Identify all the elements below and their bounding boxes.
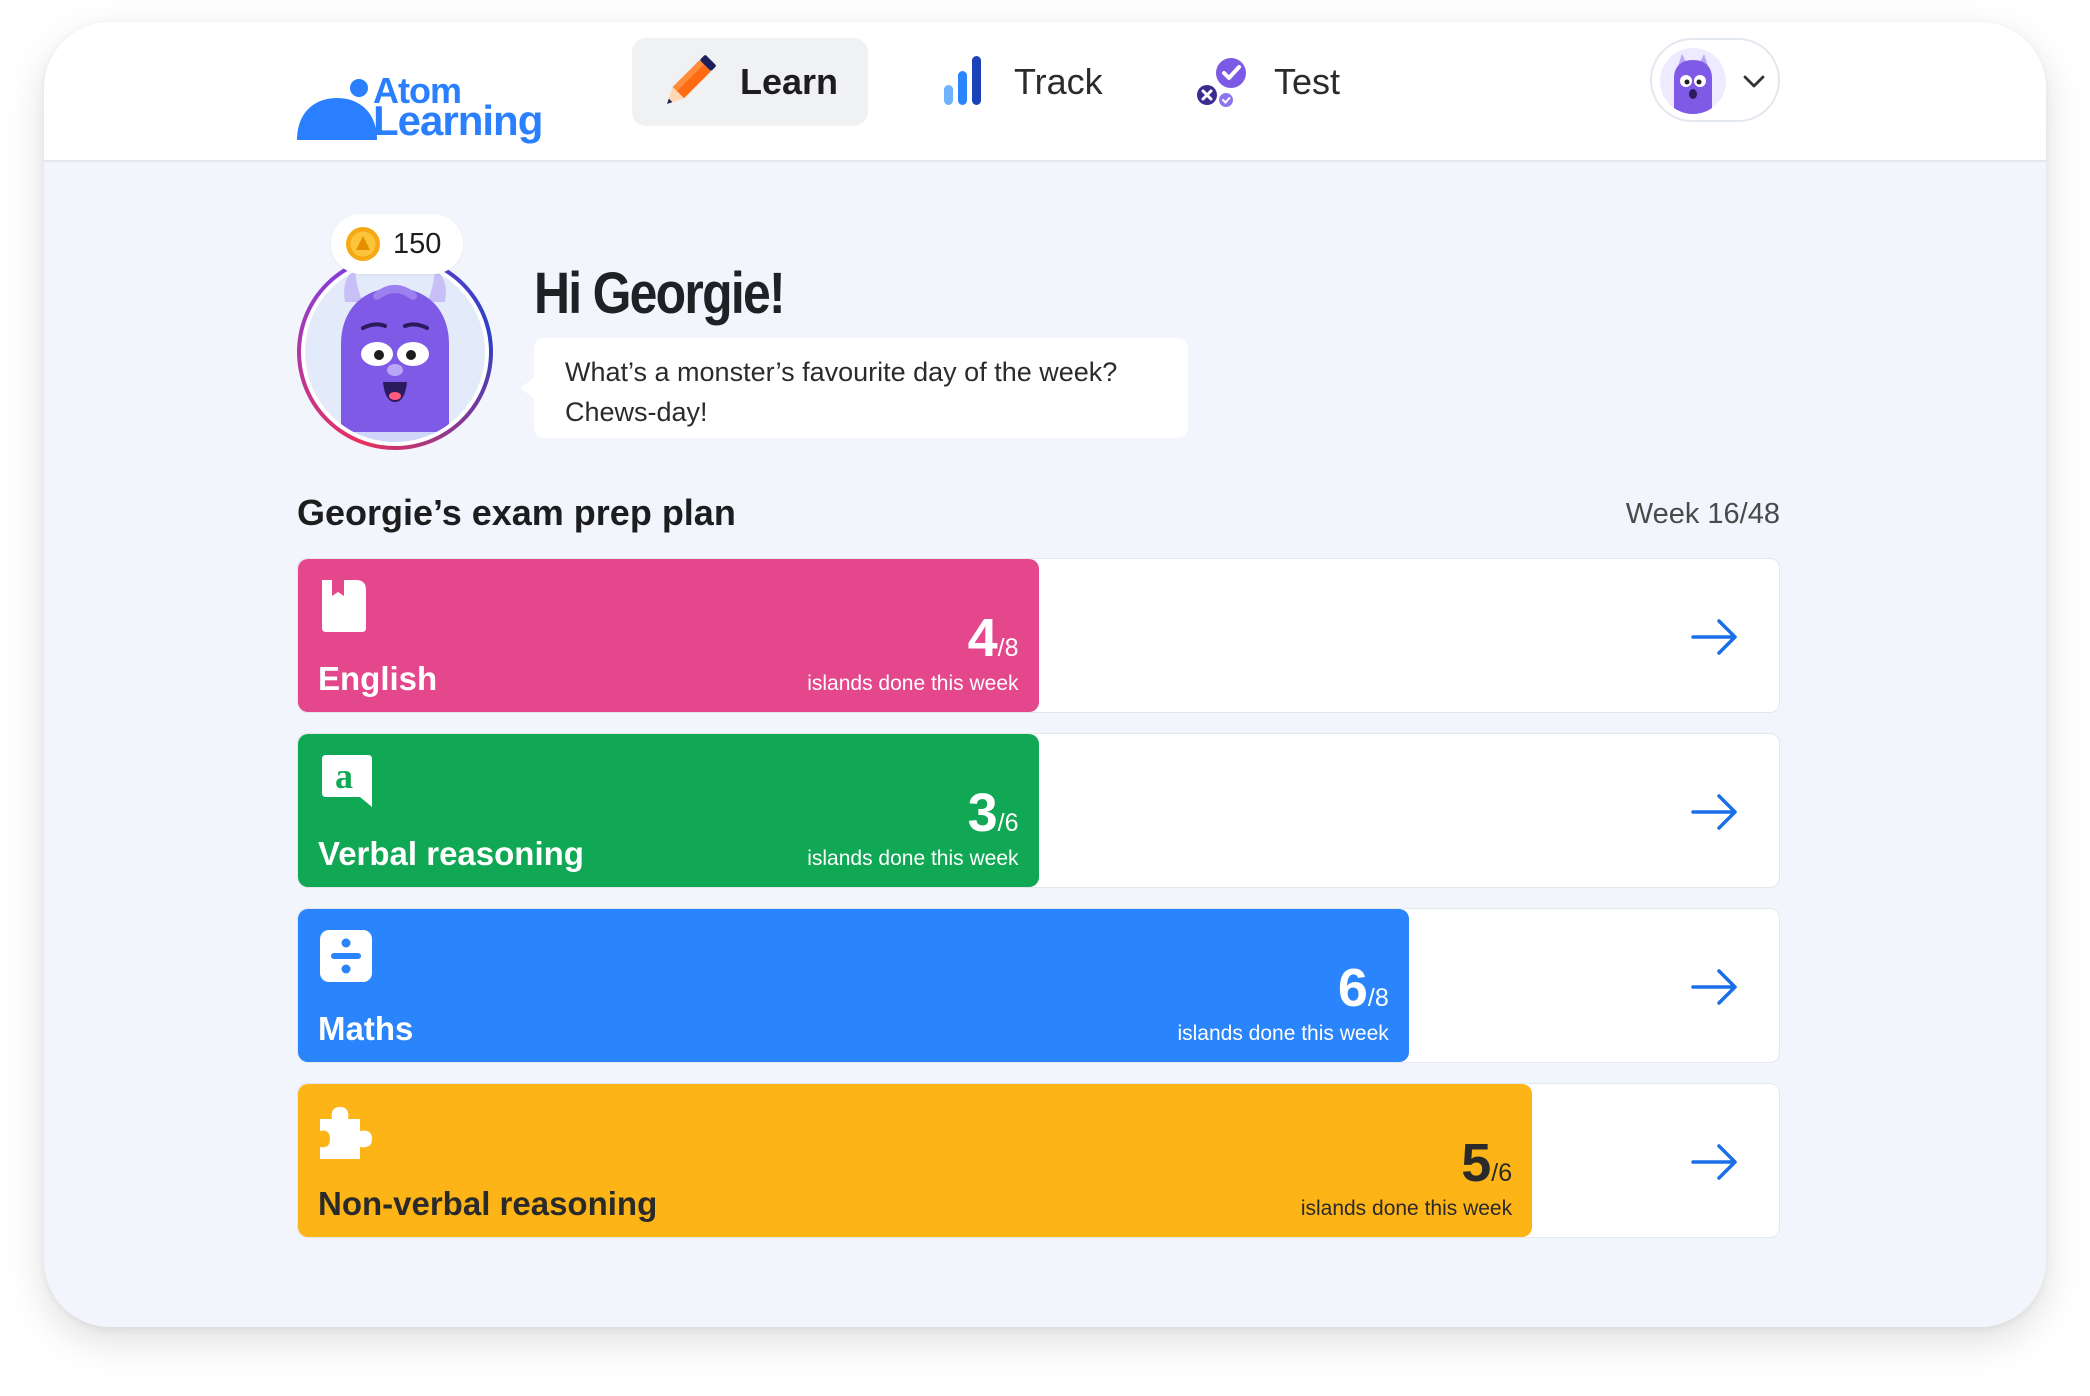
profile-menu-button[interactable]: [1650, 38, 1780, 122]
puzzle-icon: [320, 1107, 372, 1159]
plan-title: Georgie’s exam prep plan: [297, 492, 736, 533]
coin-icon: [346, 227, 380, 261]
progress-fill: Non-verbal reasoning 5/6 islands done th…: [298, 1084, 1533, 1237]
islands-total: /6: [1491, 1159, 1513, 1187]
arrow-right-icon[interactable]: [1689, 962, 1741, 1012]
book-icon: [322, 580, 366, 632]
islands-caption: islands done this week: [1177, 1022, 1389, 1045]
subject-name: Non-verbal reasoning: [318, 1185, 658, 1222]
chevron-down-icon: [1743, 75, 1765, 88]
plan-week: Week 16/48: [1625, 498, 1780, 530]
greeting-title: Hi Georgie!: [534, 261, 786, 326]
subject-row-maths[interactable]: Maths 6/8 islands done this week: [297, 908, 1780, 1063]
logo-line-2: Learning: [373, 97, 543, 144]
test-check-icon: [1194, 53, 1252, 111]
islands-count: 5/6: [1461, 1132, 1512, 1194]
svg-text:a: a: [335, 756, 353, 796]
islands-caption: islands done this week: [1300, 1197, 1513, 1220]
arrow-right-icon[interactable]: [1689, 612, 1741, 662]
islands-count: 3/6: [968, 782, 1019, 844]
joke-speech-bubble: What’s a monster’s favourite day of the …: [520, 338, 1188, 438]
islands-caption: islands done this week: [807, 672, 1019, 695]
letter-a-bubble-icon: a: [322, 755, 372, 807]
subject-name: English: [318, 660, 438, 697]
subject-row-english[interactable]: English 4/8 islands done this week: [297, 558, 1780, 713]
pencil-icon: [660, 53, 718, 111]
islands-total: /6: [997, 809, 1019, 837]
islands-caption: islands done this week: [807, 847, 1019, 870]
nav-track[interactable]: Track: [934, 38, 1134, 126]
atom-learning-logo[interactable]: Atom Learning: [297, 52, 543, 152]
subject-name: Maths: [318, 1010, 414, 1047]
joke-answer: Chews-day!: [565, 397, 708, 427]
islands-done: 5: [1461, 1133, 1492, 1193]
logo-wordmark: Atom Learning: [373, 73, 543, 144]
nav-learn-label: Learn: [740, 61, 839, 102]
islands-count: 6/8: [1338, 957, 1389, 1019]
islands-total: /8: [997, 634, 1019, 662]
progress-fill: a Verbal reasoning 3/6 islands done this…: [298, 734, 1039, 887]
divide-icon: [320, 930, 372, 982]
joke-question: What’s a monster’s favourite day of the …: [565, 357, 1118, 387]
progress-fill: Maths 6/8 islands done this week: [298, 909, 1409, 1062]
subject-row-non-verbal-reasoning[interactable]: Non-verbal reasoning 5/6 islands done th…: [297, 1083, 1780, 1238]
arrow-right-icon[interactable]: [1689, 1137, 1741, 1187]
islands-done: 3: [967, 783, 998, 843]
progress-fill: English 4/8 islands done this week: [298, 559, 1039, 712]
nav-test-label: Test: [1274, 61, 1341, 102]
coin-count: 150: [393, 227, 442, 260]
nav-test[interactable]: Test: [1194, 38, 1394, 126]
islands-total: /8: [1367, 984, 1389, 1012]
monster-avatar[interactable]: [297, 254, 493, 450]
islands-done: 6: [1337, 958, 1368, 1018]
monster-illustration: [305, 262, 485, 442]
top-navigation-bar: Atom Learning Learn Track Test: [44, 22, 2046, 162]
profile-avatar: [1660, 48, 1726, 114]
logo-mark-icon: [297, 79, 377, 140]
arrow-right-icon[interactable]: [1689, 787, 1741, 837]
subject-row-verbal-reasoning[interactable]: a Verbal reasoning 3/6 islands done this…: [297, 733, 1780, 888]
islands-done: 4: [967, 608, 998, 668]
coin-balance: 150: [331, 214, 463, 274]
app-window: Atom Learning Learn Track Test 150 Hi Ge…: [44, 22, 2046, 1327]
subject-name: Verbal reasoning: [318, 835, 584, 872]
bar-chart-icon: [934, 53, 992, 111]
nav-learn[interactable]: Learn: [632, 38, 868, 126]
nav-track-label: Track: [1014, 61, 1103, 102]
islands-count: 4/8: [968, 607, 1019, 669]
